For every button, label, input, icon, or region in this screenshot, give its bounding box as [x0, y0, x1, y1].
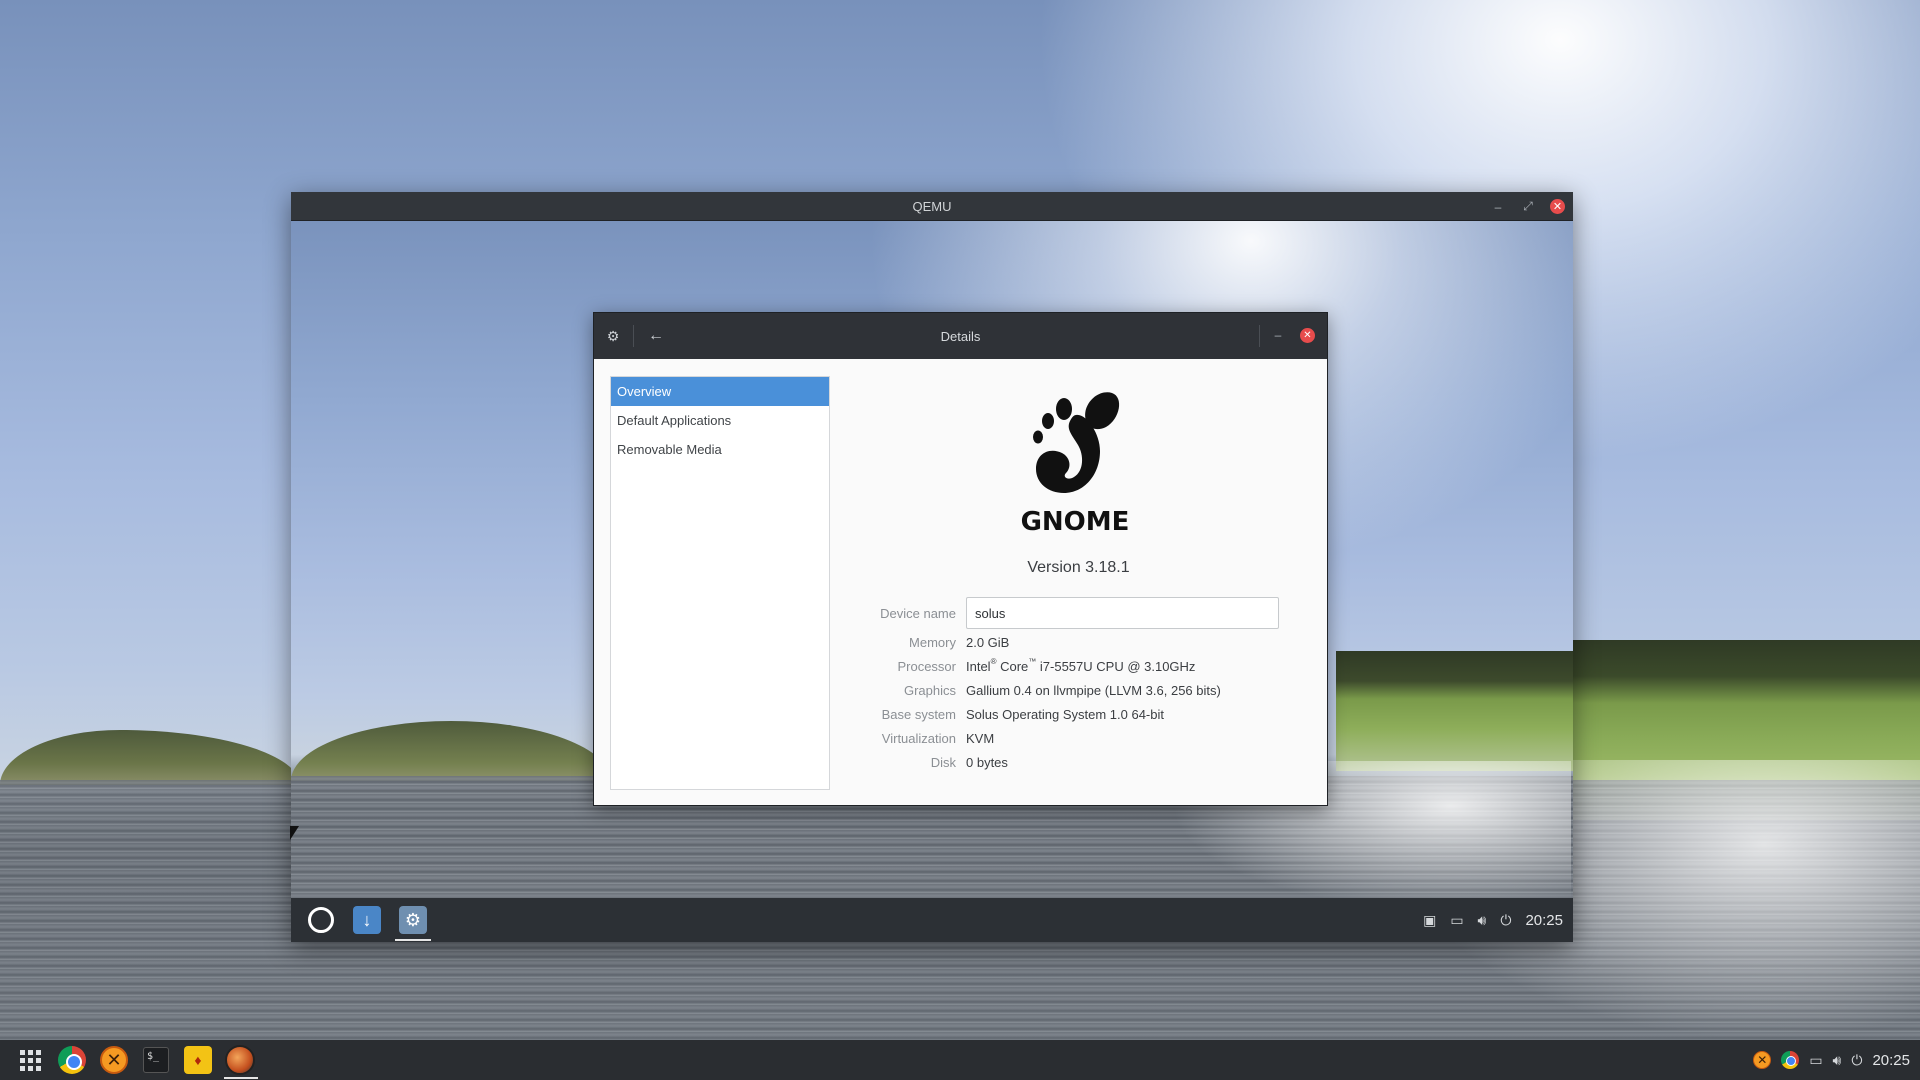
overview-panel: GNOME Version 3.18.1 Device name solus M… [830, 359, 1327, 805]
registered-mark: ® [990, 657, 997, 666]
power-icon[interactable]: ⏻ [1851, 1052, 1862, 1069]
terminal-launcher[interactable]: $_ [140, 1044, 172, 1076]
processor-value: Intel® Core™ i7-5557U CPU @ 3.10GHz [966, 657, 1196, 674]
qemu-launcher[interactable] [224, 1044, 258, 1079]
processor-brand: Core [996, 659, 1029, 674]
menu-button[interactable] [305, 904, 337, 936]
vm-panel-launchers: ↓ ⚙ [305, 904, 431, 941]
hexchat-tray-icon[interactable]: ✕ [1753, 1051, 1772, 1069]
host-panel-launchers: ✕ $_ ♦ [14, 1044, 258, 1079]
download-launcher[interactable]: ↓ [351, 904, 383, 936]
vm-wallpaper-hill [291, 721, 611, 781]
gnome-foot-icon [1033, 392, 1120, 493]
device-name-value: solus [975, 605, 1006, 621]
graphics-value: Gallium 0.4 on llvmpipe (LLVM 3.6, 256 b… [966, 683, 1221, 698]
processor-model: i7-5557U CPU @ 3.10GHz [1036, 659, 1196, 674]
mouse-cursor-icon [290, 826, 299, 840]
base-system-label: Base system [881, 707, 956, 722]
vm-wallpaper-field [1336, 651, 1573, 771]
processor-label: Processor [897, 659, 956, 674]
settings-launcher[interactable]: ⚙ [395, 904, 431, 941]
device-name-field[interactable]: solus [966, 597, 1279, 629]
details-sidebar: Overview Default Applications Removable … [610, 376, 830, 790]
sidebar-item-label: Overview [617, 384, 672, 399]
details-minimize-button[interactable]: – [1270, 327, 1286, 343]
yellow-app-launcher[interactable]: ♦ [182, 1044, 214, 1076]
virtualization-label: Virtualization [881, 731, 956, 746]
qemu-icon [225, 1045, 255, 1075]
header-separator-right [1259, 325, 1260, 347]
details-title: Details [940, 328, 981, 344]
active-indicator [395, 939, 431, 941]
host-panel-tray: ✕ ▭ 🔊︎ ⏻ 20:25 [1753, 1040, 1910, 1080]
vm-panel-tray: ▣ ▭ 🔊︎ ⏻ 20:25 [1423, 898, 1563, 942]
disk-row: Disk 0 bytes [830, 755, 1008, 770]
graphics-label: Graphics [903, 683, 956, 698]
memory-label: Memory [909, 635, 956, 650]
menu-icon [308, 907, 334, 933]
app-grid-icon [19, 1049, 41, 1071]
restore-button[interactable]: ⤢ [1520, 199, 1536, 215]
notification-icon[interactable]: ▭ [1809, 1052, 1822, 1069]
chrome-launcher[interactable] [56, 1044, 88, 1076]
sidebar-item-default-applications[interactable]: Default Applications [611, 406, 829, 435]
active-indicator [224, 1077, 258, 1079]
qemu-titlebar[interactable]: QEMU – ⤢ ✕ [291, 192, 1573, 221]
vm-clock[interactable]: 20:25 [1525, 912, 1563, 929]
qemu-window-controls: – ⤢ ✕ [1490, 192, 1565, 221]
memory-row: Memory 2.0 GiB [830, 635, 1009, 650]
device-name-label: Device name [880, 605, 956, 621]
processor-row: Processor Intel® Core™ i7-5557U CPU @ 3.… [830, 657, 1196, 674]
terminal-icon: $_ [143, 1047, 169, 1073]
gnome-version: Version 3.18.1 [1027, 559, 1130, 576]
host-panel: ✕ $_ ♦ ✕ ▭ 🔊︎ ⏻ 20:25 [0, 1040, 1920, 1080]
settings-icon: ⚙ [399, 906, 427, 934]
vm-panel: ↓ ⚙ ▣ ▭ 🔊︎ ⏻ 20:25 [291, 898, 1573, 942]
workspace-icon[interactable]: ▣ [1423, 912, 1436, 929]
memory-value: 2.0 GiB [966, 635, 1010, 650]
sidebar-item-removable-media[interactable]: Removable Media [611, 435, 829, 464]
sidebar-item-label: Removable Media [617, 442, 722, 457]
minimize-button[interactable]: – [1490, 199, 1506, 215]
power-icon[interactable]: ⏻ [1500, 912, 1511, 929]
base-system-row: Base system Solus Operating System 1.0 6… [830, 707, 1164, 722]
app-grid-button[interactable] [14, 1044, 46, 1076]
vm-screen[interactable]: ⚙ ← Details – ✕ Overview Default Applica… [291, 221, 1573, 942]
details-headerbar[interactable]: ⚙ ← Details – ✕ [594, 313, 1327, 359]
virtualization-row: Virtualization KVM [830, 731, 994, 746]
notification-icon[interactable]: ▭ [1450, 912, 1463, 929]
qemu-window: QEMU – ⤢ ✕ ⚙ ← Details – ✕ Overview Defa… [291, 192, 1573, 942]
hexchat-launcher[interactable]: ✕ [98, 1044, 130, 1076]
close-button[interactable]: ✕ [1550, 199, 1565, 214]
chrome-icon [58, 1046, 86, 1074]
yellow-app-icon: ♦ [184, 1046, 212, 1074]
details-close-button[interactable]: ✕ [1300, 328, 1315, 343]
trademark-mark: ™ [1028, 657, 1037, 666]
graphics-row: Graphics Gallium 0.4 on llvmpipe (LLVM 3… [830, 683, 1221, 698]
disk-value: 0 bytes [966, 755, 1008, 770]
base-system-value: Solus Operating System 1.0 64-bit [966, 707, 1164, 722]
gnome-wordmark: GNOME [1020, 507, 1130, 537]
sidebar-item-label: Default Applications [617, 413, 732, 428]
processor-vendor: Intel [966, 659, 991, 674]
device-name-row: Device name solus [830, 597, 1279, 629]
hexchat-icon: ✕ [100, 1046, 128, 1074]
disk-label: Disk [930, 755, 956, 770]
volume-icon[interactable]: 🔊︎ [1833, 1052, 1842, 1069]
qemu-title: QEMU [912, 198, 952, 214]
sidebar-item-overview[interactable]: Overview [611, 377, 829, 406]
volume-icon[interactable]: 🔊︎ [1478, 912, 1487, 929]
chrome-tray-icon[interactable] [1781, 1051, 1800, 1069]
host-clock[interactable]: 20:25 [1872, 1052, 1910, 1069]
virtualization-value: KVM [966, 731, 995, 746]
details-window: ⚙ ← Details – ✕ Overview Default Applica… [593, 312, 1328, 806]
download-icon: ↓ [353, 906, 381, 934]
gnome-logo: GNOME [1020, 389, 1130, 539]
